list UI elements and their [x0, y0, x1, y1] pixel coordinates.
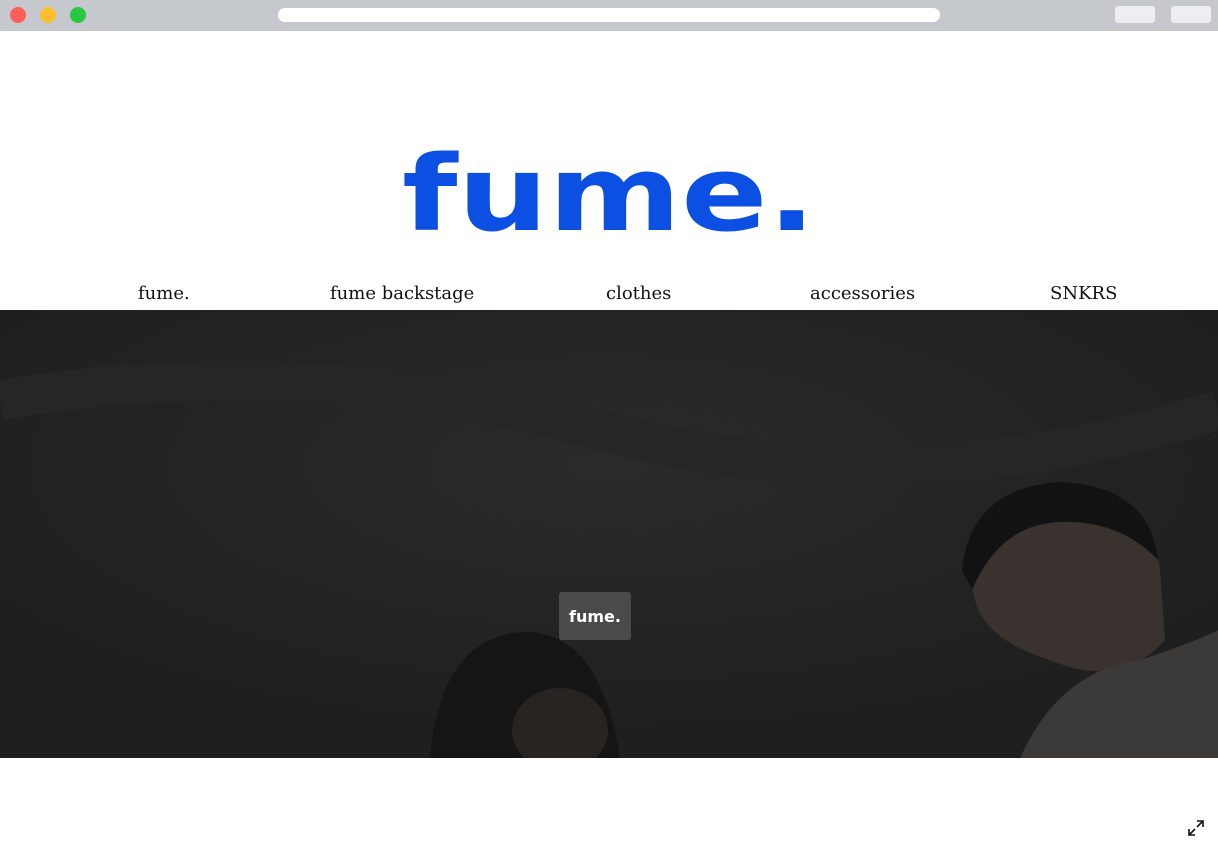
main-navigation: fume. fume backstage clothes accessories… — [0, 280, 1218, 310]
browser-chrome — [0, 0, 1218, 31]
nav-item-fume-backstage[interactable]: fume backstage — [330, 283, 474, 304]
nav-item-snkrs[interactable]: SNKRS — [1050, 283, 1117, 304]
window-maximize-button[interactable] — [70, 7, 86, 23]
address-bar[interactable] — [278, 8, 940, 22]
browser-toolbar-button[interactable] — [1115, 6, 1155, 23]
expand-icon[interactable] — [1186, 818, 1206, 838]
nav-item-accessories[interactable]: accessories — [810, 283, 915, 304]
browser-toolbar-button[interactable] — [1171, 6, 1211, 23]
hero-image — [0, 310, 1218, 758]
window-close-button[interactable] — [10, 7, 26, 23]
site-logo[interactable]: fume. — [400, 150, 820, 242]
window-minimize-button[interactable] — [40, 7, 56, 23]
nav-item-clothes[interactable]: clothes — [606, 283, 671, 304]
hero-banner: fume. — [0, 310, 1218, 758]
logo-text: fume. — [402, 150, 816, 242]
nav-item-fume[interactable]: fume. — [138, 283, 190, 304]
hero-badge-button[interactable]: fume. — [559, 592, 631, 640]
